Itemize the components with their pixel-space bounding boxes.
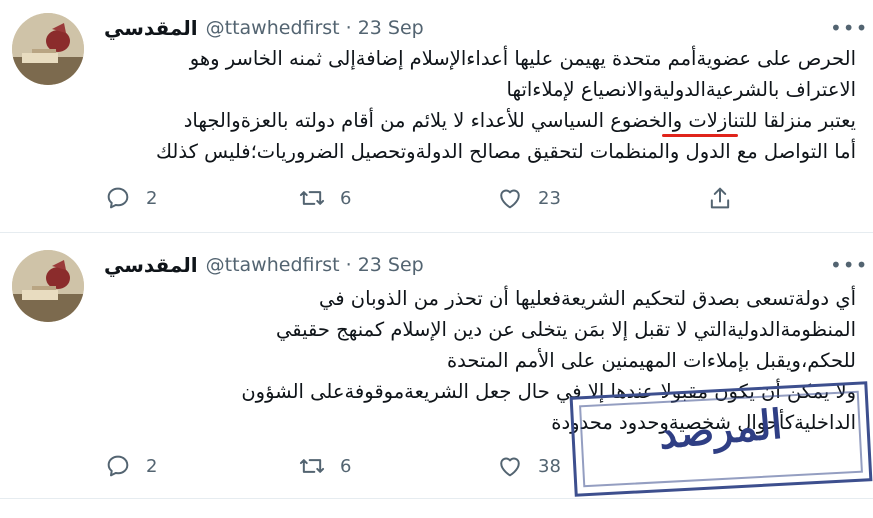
retweet-icon <box>299 191 325 205</box>
retweet-count: 6 <box>340 455 352 477</box>
reply-icon <box>107 455 129 477</box>
handle[interactable]: @ttawhedfirst <box>206 254 340 276</box>
avatar[interactable] <box>12 250 84 322</box>
heart-icon <box>500 189 520 209</box>
display-name[interactable]: المقدسي <box>104 16 198 40</box>
more-horizontal-icon[interactable]: ••• <box>830 16 867 40</box>
red-underline-highlight <box>662 134 738 137</box>
like-button[interactable]: 38 <box>496 451 561 481</box>
retweet-icon <box>299 459 325 473</box>
share-button[interactable] <box>706 183 734 213</box>
tweet-text-line: الاعتراف بالشرعيةالدوليةوالانصياع لإملاء… <box>506 78 856 101</box>
display-name[interactable]: المقدسي <box>104 253 198 277</box>
handle[interactable]: @ttawhedfirst <box>206 17 340 39</box>
reply-button[interactable]: 2 <box>104 451 157 481</box>
tweet-divider <box>0 498 873 499</box>
watermark-stamp: المرصد <box>569 381 873 497</box>
share-icon <box>710 187 730 209</box>
separator-dot: · <box>345 17 352 39</box>
heart-icon <box>500 457 520 477</box>
more-horizontal-icon[interactable]: ••• <box>830 253 867 277</box>
tweet-text-line: أي دولةتسعى بصدق لتحكيم الشريعةفعليها أن… <box>319 287 856 310</box>
tweet-text-line: للحكم،ويقبل بإملاءات المهيمنين على الأمم… <box>446 349 856 372</box>
tweet-date[interactable]: 23 Sep <box>358 254 424 276</box>
like-count: 23 <box>538 187 561 209</box>
tweet-header: المقدسي @ttawhedfirst · 23 Sep <box>104 251 424 279</box>
tweet-text-line: يعتبر منزلقا للتنازلات والخضوع السياسي ل… <box>183 109 856 132</box>
like-button[interactable]: 23 <box>496 183 561 213</box>
reply-count: 2 <box>146 187 158 209</box>
tweet-date[interactable]: 23 Sep <box>358 17 424 39</box>
avatar[interactable] <box>12 13 84 85</box>
tweet-text-line: الحرص على عضويةأمم متحدة يهيمن عليها أعد… <box>189 47 856 70</box>
tweet[interactable]: المقدسي @ttawhedfirst · 23 Sep ••• الحرص… <box>0 0 873 232</box>
reply-count: 2 <box>146 455 158 477</box>
reply-button[interactable]: 2 <box>104 183 157 213</box>
reply-icon <box>107 187 129 209</box>
avatar-image <box>12 13 84 85</box>
tweet-text-line: أما التواصل مع الدول والمنظمات لتحقيق مص… <box>155 140 856 163</box>
retweet-button[interactable]: 6 <box>298 183 351 213</box>
tweet-header: المقدسي @ttawhedfirst · 23 Sep <box>104 14 424 42</box>
action-bar: 2 6 23 <box>100 183 750 213</box>
like-count: 38 <box>538 455 561 477</box>
separator-dot: · <box>345 254 352 276</box>
tweet-text-line: المنظومةالدوليةالتي لا تقبل إلا بمَن يتخ… <box>276 318 856 341</box>
retweet-count: 6 <box>340 187 352 209</box>
tweet-text: الحرص على عضويةأمم متحدة يهيمن عليها أعد… <box>100 43 856 167</box>
retweet-button[interactable]: 6 <box>298 451 351 481</box>
avatar-image <box>12 250 84 322</box>
